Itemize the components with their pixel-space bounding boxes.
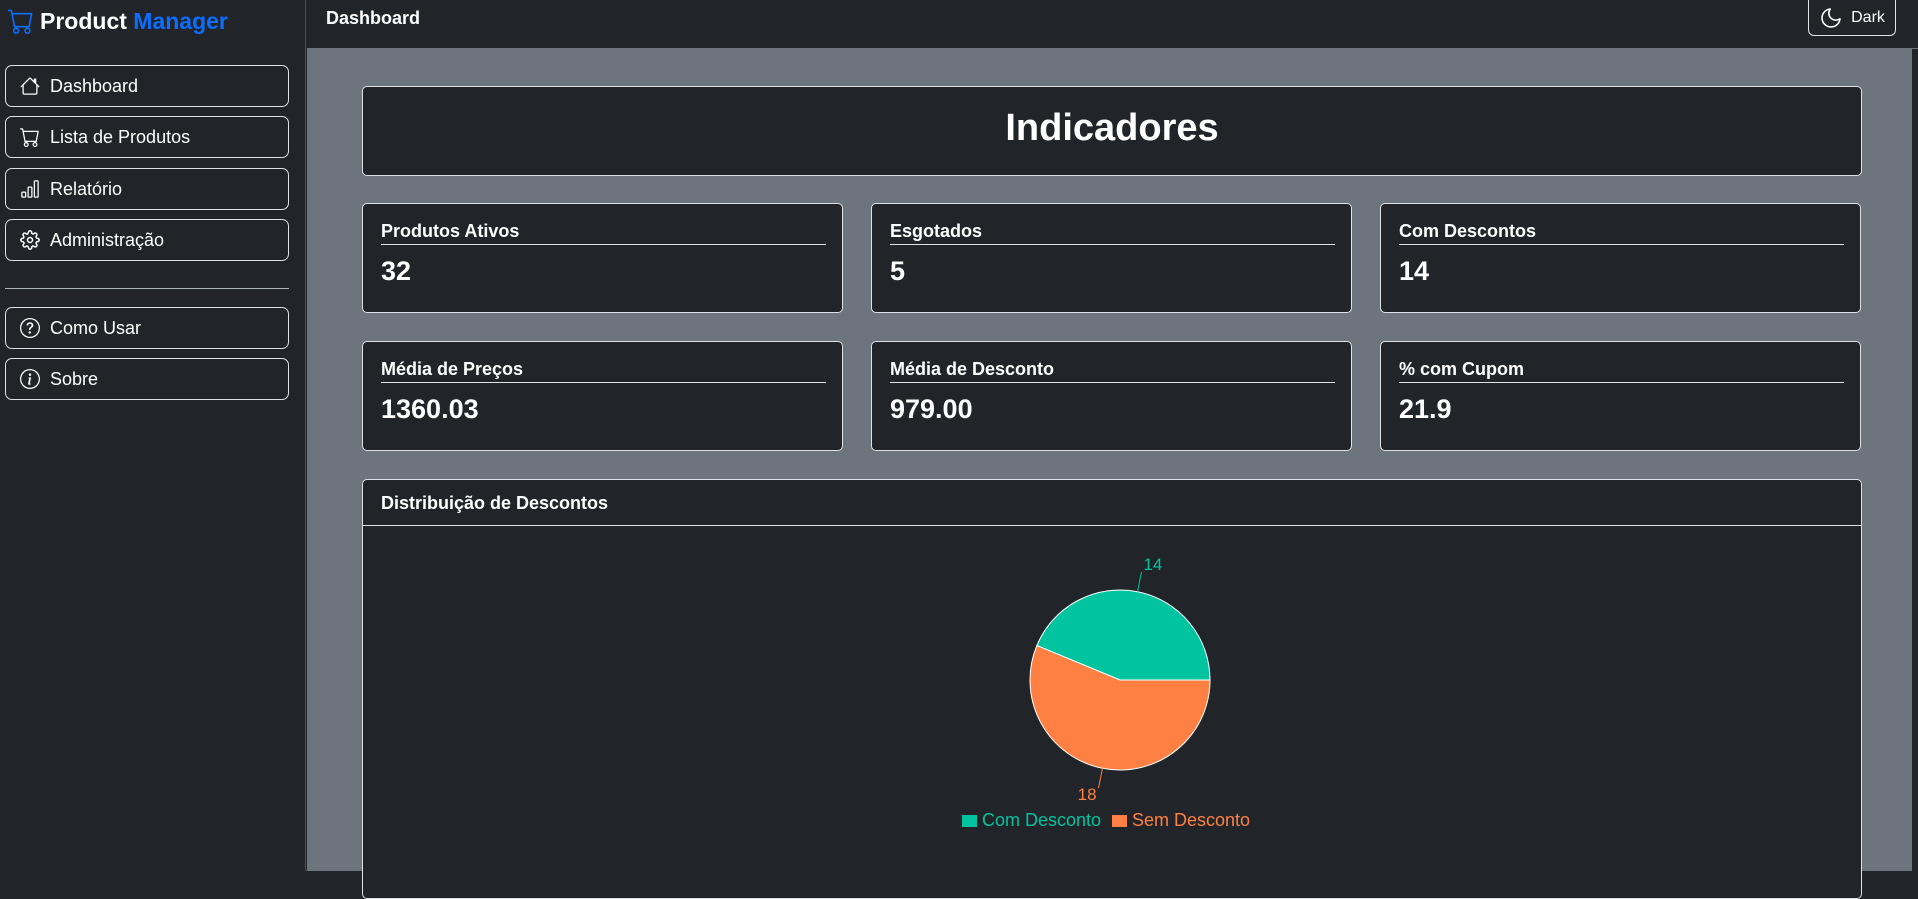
legend-swatch [962, 815, 977, 827]
kpi-value: 5 [890, 256, 906, 286]
chart-header: Distribuição de Descontos [363, 480, 1861, 526]
gear-icon [20, 230, 40, 250]
theme-toggle-label: Dark [1851, 8, 1885, 26]
sidebar-item-label: Sobre [50, 368, 99, 389]
top-bar: Dashboard Dark [307, 0, 1918, 49]
sidebar-item-label: Administração [50, 229, 165, 250]
sidebar-divider [5, 288, 289, 289]
pie-label-line [1098, 768, 1103, 788]
home-icon [20, 77, 40, 95]
legend-label[interactable]: Sem Desconto [1132, 810, 1250, 830]
kpi-card-esgotados: Esgotados 5 [871, 203, 1352, 313]
main-content: Indicadores Produtos Ativos 32 Esgotados… [307, 49, 1912, 899]
pie-value-label: 18 [1078, 785, 1097, 804]
scrollbar[interactable] [1912, 49, 1918, 871]
page-title: Dashboard [326, 8, 421, 28]
sidebar-item-label: Como Usar [50, 317, 142, 338]
info-circle-icon [20, 369, 40, 389]
kpi-label: Esgotados [890, 221, 1335, 245]
sidebar: Product Manager Dashboard Lista de Produ… [0, 0, 306, 871]
kpi-card-media-de-desconto: Média de Desconto 979.00 [871, 341, 1352, 451]
sidebar-item-sobre[interactable]: Sobre [5, 358, 289, 400]
pie-chart: 14 18 Com Desconto Sem Desconto [962, 555, 1250, 830]
kpi-value: 32 [381, 256, 412, 286]
kpi-value: 979.00 [890, 394, 973, 424]
sidebar-item-label: Relatório [50, 178, 123, 199]
kpi-label: Produtos Ativos [381, 221, 826, 245]
sidebar-item-como-usar[interactable]: Como Usar [5, 307, 289, 349]
kpi-value: 21.9 [1399, 394, 1452, 424]
kpi-card-media-de-precos: Média de Preços 1360.03 [362, 341, 843, 451]
kpi-label: Com Descontos [1399, 221, 1844, 245]
sidebar-item-administracao[interactable]: Administração [5, 219, 289, 261]
question-circle-icon [20, 318, 40, 338]
sidebar-item-label: Lista de Produtos [50, 126, 191, 147]
chart-legend: Com Desconto Sem Desconto [962, 810, 1250, 830]
legend-label[interactable]: Com Desconto [982, 810, 1101, 830]
cart-icon [8, 9, 33, 34]
sidebar-item-lista-de-produtos[interactable]: Lista de Produtos [5, 116, 289, 158]
theme-toggle-button[interactable]: Dark [1808, 0, 1896, 36]
kpi-value: 1360.03 [381, 394, 479, 424]
kpi-value: 14 [1399, 256, 1430, 286]
sidebar-item-dashboard[interactable]: Dashboard [5, 65, 289, 107]
brand-logo[interactable]: Product Manager [8, 6, 228, 36]
pie-label-line [1137, 572, 1142, 592]
chart-title: Distribuição de Descontos [381, 493, 609, 513]
kpi-label: Média de Desconto [890, 359, 1335, 383]
legend-swatch [1112, 815, 1127, 827]
sidebar-item-relatorio[interactable]: Relatório [5, 168, 289, 210]
kpi-label: % com Cupom [1399, 359, 1844, 383]
kpi-card-com-descontos: Com Descontos 14 [1380, 203, 1861, 313]
kpi-card-percent-com-cupom: % com Cupom 21.9 [1380, 341, 1861, 451]
cart-icon [20, 128, 39, 147]
moon-icon [1821, 7, 1841, 28]
kpi-label: Média de Preços [381, 359, 826, 383]
indicators-heading-card: Indicadores [362, 86, 1862, 176]
pie-value-label: 14 [1143, 555, 1162, 574]
bar-chart-icon [21, 180, 39, 198]
brand-name: Product Manager [40, 7, 228, 34]
discount-distribution-card: Distribuição de Descontos 14 18 Com Descon… [362, 479, 1862, 899]
kpi-card-produtos-ativos: Produtos Ativos 32 [362, 203, 843, 313]
sidebar-item-label: Dashboard [50, 75, 139, 96]
indicators-heading: Indicadores [1005, 107, 1219, 149]
